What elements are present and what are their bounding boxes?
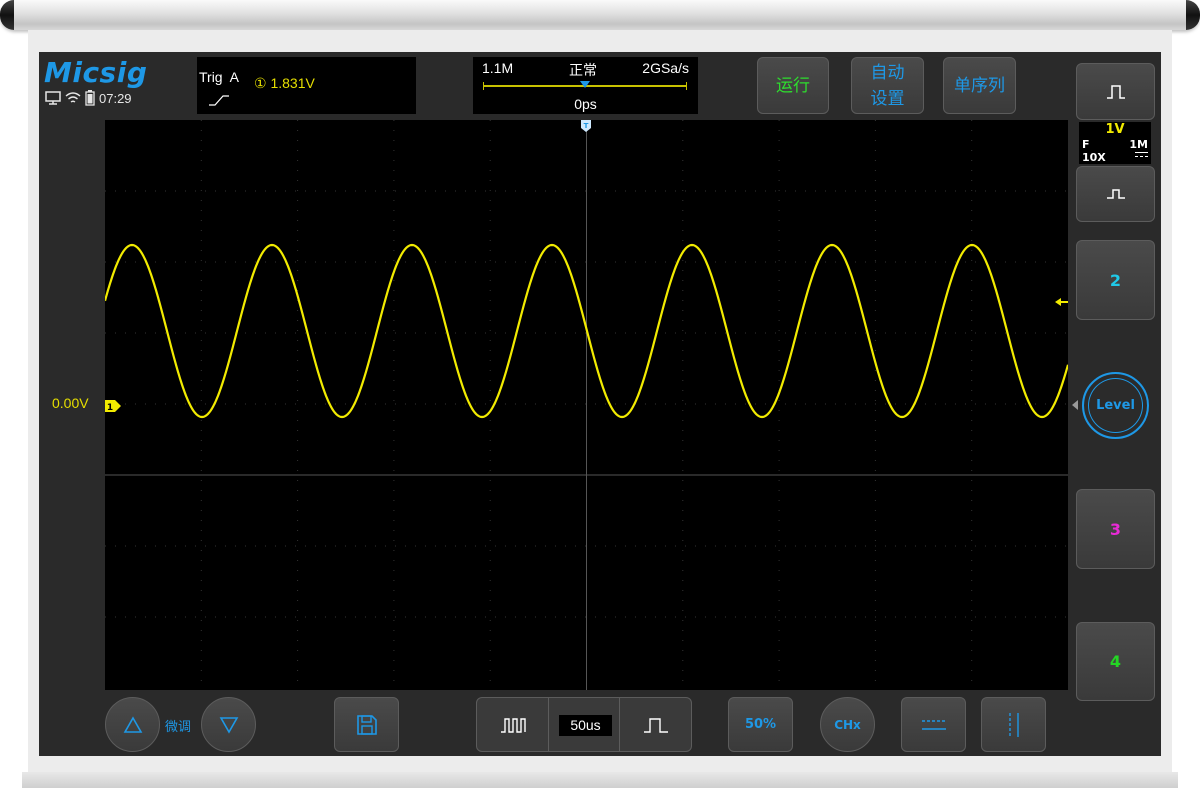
down-triangle-icon (219, 716, 238, 734)
fine-adjust-label: 微调 (165, 720, 192, 735)
brand-logo: Micsig (44, 56, 148, 89)
oscilloscope-screen: Micsig 07:29 Trig A ① 1.831V 1.1M 正常 2GS… (39, 52, 1161, 756)
trigger-label: Trig A (199, 69, 239, 85)
trigger-50-percent-button[interactable]: 50% (728, 697, 793, 752)
ch1-probe-ratio: 10X (1082, 151, 1106, 164)
up-triangle-icon (123, 715, 142, 733)
auto-setup-button[interactable]: 自动 设置 (851, 57, 924, 114)
memory-position-marker (580, 81, 590, 88)
run-button[interactable]: 运行 (757, 57, 829, 114)
channel-1-marker[interactable]: 1 (105, 400, 121, 413)
narrower-pulse-icon (643, 717, 668, 733)
trigger-position-label: T (584, 122, 589, 130)
trigger-panel[interactable]: Trig A ① 1.831V (197, 57, 416, 114)
save-icon (356, 714, 377, 735)
acquisition-mode: 正常 (569, 62, 597, 78)
top-scroll-rod (0, 0, 1200, 30)
channel-3-button[interactable]: 3 (1076, 489, 1155, 569)
vertical-cursor-icon (1008, 712, 1019, 737)
fine-adjust-up-button[interactable] (105, 697, 160, 752)
wifi-icon (65, 92, 81, 103)
trigger-level-knob[interactable]: Level (1082, 372, 1149, 439)
ch1-bandwidth-label: F (1082, 138, 1090, 151)
rod-cap-right (1186, 0, 1200, 30)
graticule (105, 120, 1068, 690)
vertical-cursor-button[interactable] (981, 697, 1046, 752)
auto-setup-line-2: 设置 (870, 88, 905, 109)
horizontal-position: 0ps (574, 96, 597, 112)
channel-1-offset-label: 0.00V (52, 395, 89, 411)
channel-1-marker-label: 1 (107, 403, 113, 413)
trigger-level: ① 1.831V (254, 75, 315, 91)
ch1-settings-panel[interactable]: 1V F 1M 10X (1079, 122, 1151, 164)
pulse-icon (1106, 84, 1125, 99)
ch1-scale-down-button[interactable] (1076, 166, 1155, 222)
timebase-control: 50us (476, 697, 692, 752)
timebase-value: 50us (559, 715, 612, 736)
waveform-grid: 1 T (105, 120, 1068, 690)
horizontal-cursor-button[interactable] (901, 697, 966, 752)
channel-4-button[interactable]: 4 (1076, 622, 1155, 701)
battery-icon (85, 90, 95, 106)
ch1-scale-up-button[interactable] (1076, 63, 1155, 120)
ch1-impedance: 1M (1129, 138, 1148, 151)
dc-coupling-icon (1135, 152, 1148, 158)
wider-pulse-icon (500, 717, 526, 733)
narrow-pulse-icon (1106, 189, 1125, 199)
channel-2-button[interactable]: 2 (1076, 240, 1155, 320)
auto-setup-line-1: 自动 (870, 62, 905, 83)
timebase-panel[interactable]: 1.1M 正常 2GSa/s 0ps (473, 57, 698, 114)
bottom-rod (22, 772, 1178, 788)
single-sequence-button[interactable]: 单序列 (943, 57, 1016, 114)
trigger-position-marker[interactable]: T (581, 120, 591, 132)
level-pointer-icon (1072, 400, 1078, 410)
status-bar: 07:29 (45, 90, 132, 106)
memory-depth: 1.1M (482, 60, 514, 76)
channel-select-button[interactable]: CHx (820, 697, 875, 752)
fine-adjust-down-button[interactable] (201, 697, 256, 752)
rod-cap-left (0, 0, 14, 30)
rising-edge-icon (209, 95, 229, 106)
auto-setup-label: 自动 设置 (871, 60, 905, 112)
clock: 07:29 (99, 90, 132, 106)
horizontal-cursor-icon (921, 719, 946, 730)
trigger-level-marker[interactable] (1055, 298, 1068, 306)
waveform-display[interactable]: 1 T (105, 120, 1068, 690)
sample-rate: 2GSa/s (642, 60, 689, 76)
ch1-volts-per-div: 1V (1105, 122, 1125, 137)
save-button[interactable] (334, 697, 399, 752)
stage: Micsig 07:29 Trig A ① 1.831V 1.1M 正常 2GS… (0, 0, 1200, 788)
monitor-icon (45, 91, 61, 105)
timebase-compress-button[interactable] (619, 698, 691, 751)
timebase-expand-button[interactable] (477, 698, 549, 751)
